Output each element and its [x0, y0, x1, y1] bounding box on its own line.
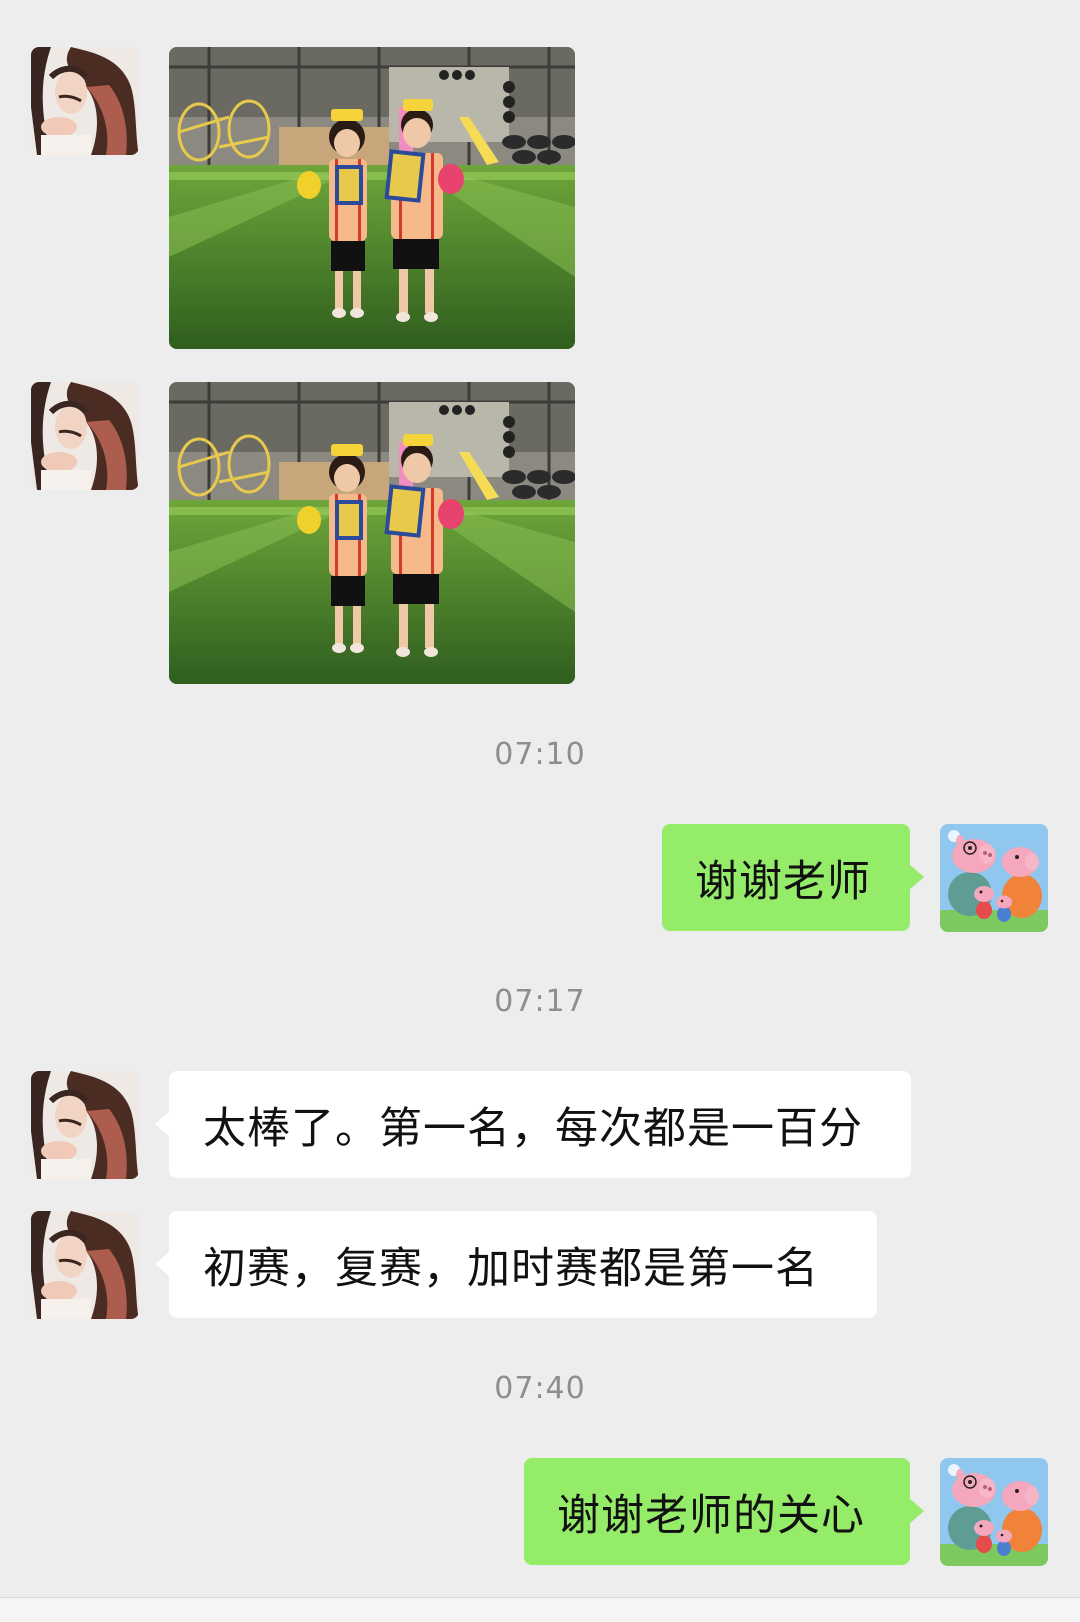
timestamp: 07:17 [494, 984, 586, 1019]
message-text: 谢谢老师的关心 [557, 1490, 865, 1541]
contact-avatar[interactable] [31, 1071, 139, 1179]
received-message-bubble[interactable]: 初赛，复赛，加时赛都是第一名 [155, 1211, 877, 1318]
cartoon-pig-family-avatar-icon [940, 824, 1048, 932]
photo-message-2[interactable] [169, 382, 575, 684]
cartoon-pig-family-avatar-icon [940, 1458, 1048, 1566]
contact-avatar[interactable] [31, 382, 139, 490]
self-avatar[interactable] [940, 824, 1048, 932]
woman-portrait-avatar-icon [31, 47, 139, 155]
woman-portrait-avatar-icon [31, 1071, 139, 1179]
kids-with-certificates-photo [169, 382, 575, 684]
timestamp: 07:40 [494, 1371, 586, 1406]
timestamp: 07:10 [494, 737, 586, 772]
kids-with-certificates-photo [169, 47, 575, 349]
contact-avatar[interactable] [31, 1211, 139, 1319]
message-text: 谢谢老师 [695, 856, 871, 907]
received-message-bubble[interactable]: 太棒了。第一名，每次都是一百分 [155, 1071, 911, 1178]
message-text: 太棒了。第一名，每次都是一百分 [203, 1103, 863, 1154]
woman-portrait-avatar-icon [31, 382, 139, 490]
sent-message-bubble[interactable]: 谢谢老师的关心 [524, 1458, 924, 1565]
self-avatar[interactable] [940, 1458, 1048, 1566]
sent-message-bubble[interactable]: 谢谢老师 [662, 824, 924, 931]
message-text: 初赛，复赛，加时赛都是第一名 [203, 1243, 819, 1294]
input-bar-edge [0, 1597, 1080, 1622]
woman-portrait-avatar-icon [31, 1211, 139, 1319]
contact-avatar[interactable] [31, 47, 139, 155]
photo-message-1[interactable] [169, 47, 575, 349]
